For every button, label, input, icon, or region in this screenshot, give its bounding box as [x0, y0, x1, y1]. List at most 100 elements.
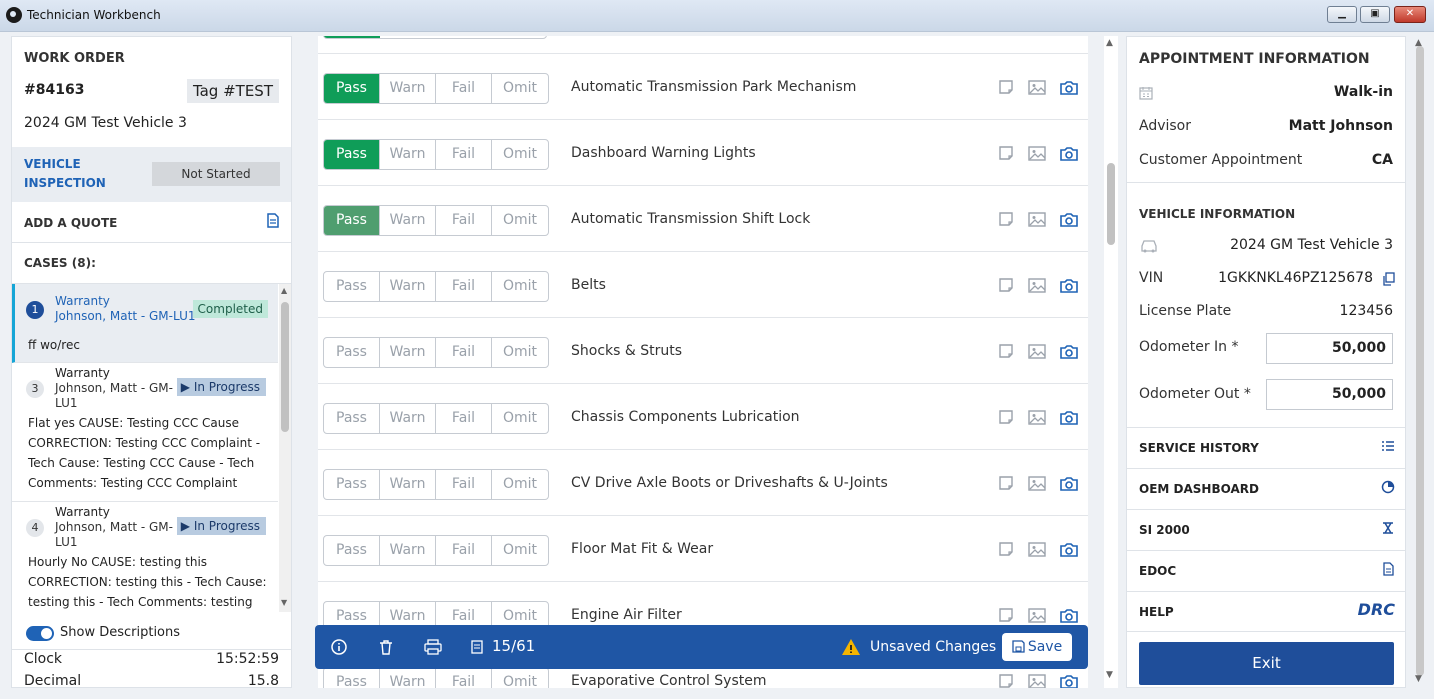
fail-button[interactable]: Fail [436, 668, 492, 688]
info-icon[interactable] [331, 639, 347, 655]
fail-button[interactable]: Fail [436, 338, 492, 367]
pass-button[interactable]: Pass [324, 140, 380, 169]
omit-button[interactable]: Omit [492, 206, 548, 235]
pass-button[interactable]: Pass [324, 272, 380, 301]
note-icon[interactable] [998, 343, 1016, 361]
vin-value: 1GKKNKL46PZ125678 [1218, 270, 1373, 286]
edoc-link[interactable]: EDOC [1127, 550, 1405, 591]
camera-icon[interactable] [1060, 607, 1078, 625]
camera-icon[interactable] [1060, 211, 1078, 229]
camera-icon[interactable] [1060, 343, 1078, 361]
help-link[interactable]: HELP DRC [1127, 591, 1405, 632]
camera-icon[interactable] [1060, 409, 1078, 427]
warn-button[interactable]: Warn [380, 206, 436, 235]
fail-button[interactable]: Fail [436, 206, 492, 235]
minimize-button[interactable]: ▁ [1327, 6, 1357, 23]
camera-icon[interactable] [1060, 145, 1078, 163]
image-icon[interactable] [1028, 541, 1046, 559]
omit-button[interactable]: Omit [492, 668, 548, 688]
note-icon[interactable] [998, 145, 1016, 163]
note-icon[interactable] [998, 409, 1016, 427]
exit-button[interactable]: Exit [1139, 642, 1394, 685]
fail-button[interactable]: Fail [436, 470, 492, 499]
pass-button[interactable]: Pass [324, 536, 380, 565]
camera-icon[interactable] [1060, 79, 1078, 97]
service-history-link[interactable]: SERVICE HISTORY [1127, 427, 1405, 468]
trash-icon[interactable] [378, 639, 394, 655]
case-technician: Johnson, Matt - GM-LU1 [55, 381, 173, 410]
warn-button[interactable]: Warn [380, 668, 436, 688]
pass-button[interactable]: Pass [324, 206, 380, 235]
camera-icon[interactable] [1060, 475, 1078, 493]
image-icon[interactable] [1028, 409, 1046, 427]
image-icon[interactable] [1028, 211, 1046, 229]
tag-badge: Tag #TEST [186, 79, 279, 103]
image-icon[interactable] [1028, 673, 1046, 688]
fail-button[interactable]: Fail [436, 536, 492, 565]
maximize-button[interactable]: ▣ [1360, 6, 1390, 23]
warn-button[interactable]: Warn [380, 74, 436, 103]
camera-icon[interactable] [1060, 541, 1078, 559]
note-icon[interactable] [998, 211, 1016, 229]
save-button[interactable]: Save [1002, 633, 1072, 661]
omit-button[interactable]: Omit [492, 338, 548, 367]
cases-scrollbar[interactable]: ▲ ▼ [279, 284, 291, 612]
image-icon[interactable] [1028, 79, 1046, 97]
scrollbar-thumb[interactable] [281, 302, 289, 432]
print-icon[interactable] [424, 639, 442, 655]
pass-button[interactable]: Pass [324, 74, 380, 103]
oem-dashboard-link[interactable]: OEM DASHBOARD [1127, 468, 1405, 509]
pass-button[interactable]: Pass [324, 668, 380, 688]
camera-icon[interactable] [1060, 673, 1078, 688]
case-item[interactable]: 3 Warranty Johnson, Matt - GM- LU1 ▶ In P… [12, 363, 278, 502]
fail-button[interactable]: Fail [436, 404, 492, 433]
image-icon[interactable] [1028, 475, 1046, 493]
inspection-scrollbar[interactable]: ▲ ▼ [1104, 36, 1118, 688]
status-segmented-control: Pass Warn Fail Omit [323, 535, 549, 566]
image-icon[interactable] [1028, 277, 1046, 295]
omit-button[interactable]: Omit [492, 74, 548, 103]
case-title: Warranty [55, 294, 110, 308]
scrollbar-thumb[interactable] [1416, 46, 1424, 676]
image-icon[interactable] [1028, 343, 1046, 361]
note-icon[interactable] [998, 79, 1016, 97]
omit-button[interactable]: Omit [492, 404, 548, 433]
odometer-out-input[interactable]: 50,000 [1266, 379, 1393, 410]
omit-button[interactable]: Omit [492, 470, 548, 499]
omit-button[interactable]: Omit [492, 272, 548, 301]
add-quote-row[interactable]: ADD A QUOTE [12, 203, 291, 243]
note-icon[interactable] [998, 607, 1016, 625]
scrollbar-thumb[interactable] [1107, 163, 1115, 245]
copy-icon[interactable] [1382, 272, 1395, 286]
note-icon[interactable] [998, 277, 1016, 295]
fail-button[interactable]: Fail [436, 140, 492, 169]
warn-button[interactable]: Warn [380, 272, 436, 301]
warn-button[interactable]: Warn [380, 536, 436, 565]
vehicle-inspection-row[interactable]: VEHICLE INSPECTION Not Started [12, 147, 291, 202]
page-scrollbar[interactable]: ▲ ▼ [1413, 36, 1427, 688]
warn-button[interactable]: Warn [380, 404, 436, 433]
odometer-in-input[interactable]: 50,000 [1266, 333, 1393, 364]
show-descriptions-toggle[interactable] [26, 626, 54, 641]
warn-button[interactable]: Warn [380, 470, 436, 499]
pass-button[interactable]: Pass [324, 470, 380, 499]
pass-button[interactable]: Pass [324, 404, 380, 433]
pass-button[interactable]: Pass [324, 338, 380, 367]
case-item[interactable]: 4 Warranty Johnson, Matt - GM- LU1 ▶ In P… [12, 502, 278, 612]
warn-button[interactable]: Warn [380, 338, 436, 367]
si-2000-link[interactable]: SI 2000 [1127, 509, 1405, 550]
fail-button[interactable]: Fail [436, 272, 492, 301]
note-icon[interactable] [998, 673, 1016, 688]
case-item[interactable]: 1 Warranty Johnson, Matt - GM-LU1 Comple… [12, 284, 278, 363]
warn-button[interactable]: Warn [380, 140, 436, 169]
close-button[interactable]: ✕ [1394, 6, 1426, 23]
image-icon[interactable] [1028, 145, 1046, 163]
note-icon[interactable] [998, 475, 1016, 493]
omit-button[interactable]: Omit [492, 140, 548, 169]
warning-icon [842, 639, 860, 655]
omit-button[interactable]: Omit [492, 536, 548, 565]
camera-icon[interactable] [1060, 277, 1078, 295]
image-icon[interactable] [1028, 607, 1046, 625]
note-icon[interactable] [998, 541, 1016, 559]
fail-button[interactable]: Fail [436, 74, 492, 103]
